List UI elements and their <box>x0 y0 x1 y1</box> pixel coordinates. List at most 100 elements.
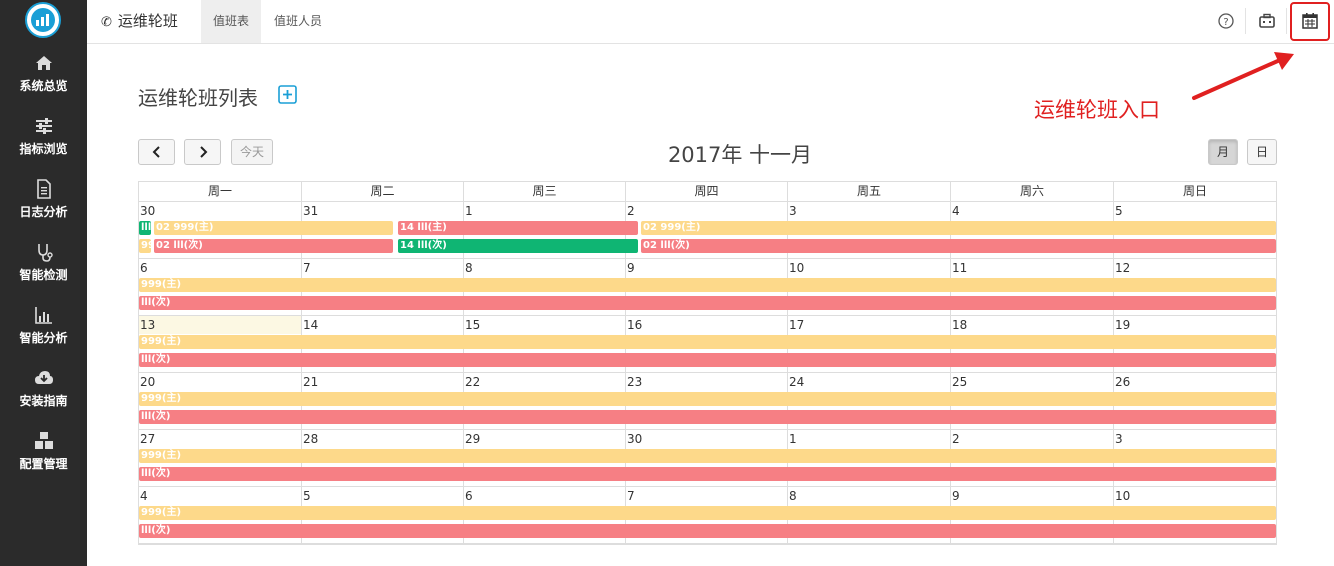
shift-event[interactable]: 999(主) <box>139 506 1276 520</box>
day-number: 7 <box>627 489 635 503</box>
calendar-week: 4 5 6 7 8 9 10 999(主) lll(次) <box>139 487 1276 544</box>
shift-event[interactable]: 02 999(主) <box>641 221 1276 235</box>
today-button[interactable]: 今天 <box>231 139 273 165</box>
weekday-label: 周日 <box>1182 184 1207 198</box>
shift-event[interactable]: 99 <box>139 239 151 253</box>
help-icon[interactable]: ? <box>1216 11 1236 31</box>
day-number: 2 <box>952 432 960 446</box>
day-number: 18 <box>952 318 968 332</box>
day-number: 12 <box>1115 261 1131 275</box>
shift-event[interactable]: lll( <box>139 221 151 235</box>
sidebar-item-label: 智能检测 <box>19 268 68 282</box>
top-bar: ✆ 运维轮班 值班表 值班人员 ? <box>87 0 1334 44</box>
day-number: 30 <box>140 204 156 218</box>
shift-event[interactable]: 999(主) <box>139 335 1276 349</box>
day-number: 1 <box>465 204 473 218</box>
tab-staff[interactable]: 值班人员 <box>262 0 334 43</box>
weekday-label: 周二 <box>302 182 464 201</box>
sidebar-item-label: 指标浏览 <box>19 142 68 156</box>
shift-event[interactable]: 02 lll(次) <box>154 239 393 253</box>
day-number: 23 <box>627 375 643 389</box>
brand-label: 运维轮班 <box>117 12 178 30</box>
chevron-right-icon <box>199 146 207 158</box>
sidebar-item-metrics[interactable]: 指标浏览 <box>0 115 87 171</box>
weekday-label: 周一 <box>139 182 302 201</box>
day-number: 26 <box>1115 375 1131 389</box>
day-number: 17 <box>789 318 805 332</box>
shift-event[interactable]: lll(次) <box>139 410 1276 424</box>
annotation-arrow <box>1192 52 1294 100</box>
day-number: 31 <box>303 204 319 218</box>
logo-mark <box>31 8 55 32</box>
prev-button[interactable] <box>138 139 175 165</box>
calendar-title: 2017年 十一月 <box>667 143 813 167</box>
app-logo[interactable] <box>25 2 61 38</box>
day-number: 6 <box>465 489 473 503</box>
shift-event[interactable]: 02 lll(次) <box>641 239 1276 253</box>
weekday-header: 周一 周二 周三 周四 周五 周六 周日 <box>139 182 1276 202</box>
day-number: 4 <box>952 204 960 218</box>
shift-event[interactable]: 02 999(主) <box>154 221 393 235</box>
sidebar-item-config[interactable]: 配置管理 <box>0 430 87 486</box>
calendar-week: 6 7 8 9 10 11 12 999(主) lll(次) <box>139 259 1276 316</box>
calendar-week: 27 28 29 30 1 2 3 999(主) lll(次) <box>139 430 1276 487</box>
shift-event[interactable]: 999(主) <box>139 449 1276 463</box>
shift-event[interactable]: lll(次) <box>139 467 1276 481</box>
sidebar-item-detection[interactable]: 智能检测 <box>0 241 87 297</box>
sidebar-item-analysis[interactable]: 智能分析 <box>0 304 87 360</box>
divider <box>1286 8 1287 34</box>
day-number: 3 <box>789 204 797 218</box>
day-number: 25 <box>952 375 968 389</box>
day-number: 30 <box>627 432 643 446</box>
sidebar-item-overview[interactable]: 系统总览 <box>0 52 87 108</box>
day-number: 4 <box>140 489 148 503</box>
sliders-icon <box>35 118 52 134</box>
calendar-week: 20 21 22 23 24 25 26 999(主) lll(次) <box>139 373 1276 430</box>
home-icon <box>35 56 52 70</box>
annotation-label: 运维轮班入口 <box>1034 98 1160 122</box>
add-icon[interactable] <box>278 85 297 104</box>
day-number: 8 <box>789 489 797 503</box>
shift-event[interactable]: 999(主) <box>139 278 1276 292</box>
day-number: 24 <box>789 375 805 389</box>
sidebar-item-install[interactable]: 安装指南 <box>0 367 87 423</box>
next-button[interactable] <box>184 139 221 165</box>
sidebar-item-logs[interactable]: 日志分析 <box>0 178 87 234</box>
day-number: 3 <box>1115 432 1123 446</box>
day-number: 5 <box>303 489 311 503</box>
day-number: 27 <box>140 432 156 446</box>
day-number: 9 <box>627 261 635 275</box>
sidebar-item-label: 日志分析 <box>19 205 68 219</box>
calendar-grid: 周一 周二 周三 周四 周五 周六 周日 30 31 1 2 3 4 5 lll… <box>138 181 1277 545</box>
month-view-button[interactable]: 月 <box>1208 139 1238 165</box>
cubes-icon <box>34 432 53 449</box>
app-brand: ✆ 运维轮班 <box>101 10 178 31</box>
day-number: 5 <box>1115 204 1123 218</box>
page-title: 运维轮班列表 <box>138 86 258 110</box>
highlight-box <box>1290 2 1330 41</box>
sidebar-item-label: 安装指南 <box>19 394 68 408</box>
shift-event[interactable]: lll(次) <box>139 353 1276 367</box>
shift-event[interactable]: lll(次) <box>139 296 1276 310</box>
shift-event[interactable]: 14 lll(次) <box>398 239 638 253</box>
tab-schedule[interactable]: 值班表 <box>201 0 262 43</box>
day-number: 8 <box>465 261 473 275</box>
document-icon <box>36 179 51 199</box>
weekday-label: 周六 <box>951 182 1114 201</box>
shift-event[interactable]: 14 lll(主) <box>398 221 638 235</box>
divider <box>1245 8 1246 34</box>
shift-event[interactable]: lll(次) <box>139 524 1276 538</box>
toolbox-icon[interactable] <box>1257 11 1277 31</box>
calendar-week: 13 14 15 16 17 18 19 999(主) lll(次) <box>139 316 1276 373</box>
weekday-label: 周五 <box>788 182 951 201</box>
sidebar-item-label: 智能分析 <box>19 331 68 345</box>
day-number: 22 <box>465 375 481 389</box>
day-number: 21 <box>303 375 319 389</box>
day-number: 28 <box>303 432 319 446</box>
phone-icon: ✆ <box>101 15 112 30</box>
shift-event[interactable]: 999(主) <box>139 392 1276 406</box>
day-number: 15 <box>465 318 481 332</box>
day-view-button[interactable]: 日 <box>1247 139 1277 165</box>
sidebar: 系统总览 指标浏览 日志分析 智能检测 智能分析 安装指南 配置管理 <box>0 0 87 566</box>
day-number: 9 <box>952 489 960 503</box>
